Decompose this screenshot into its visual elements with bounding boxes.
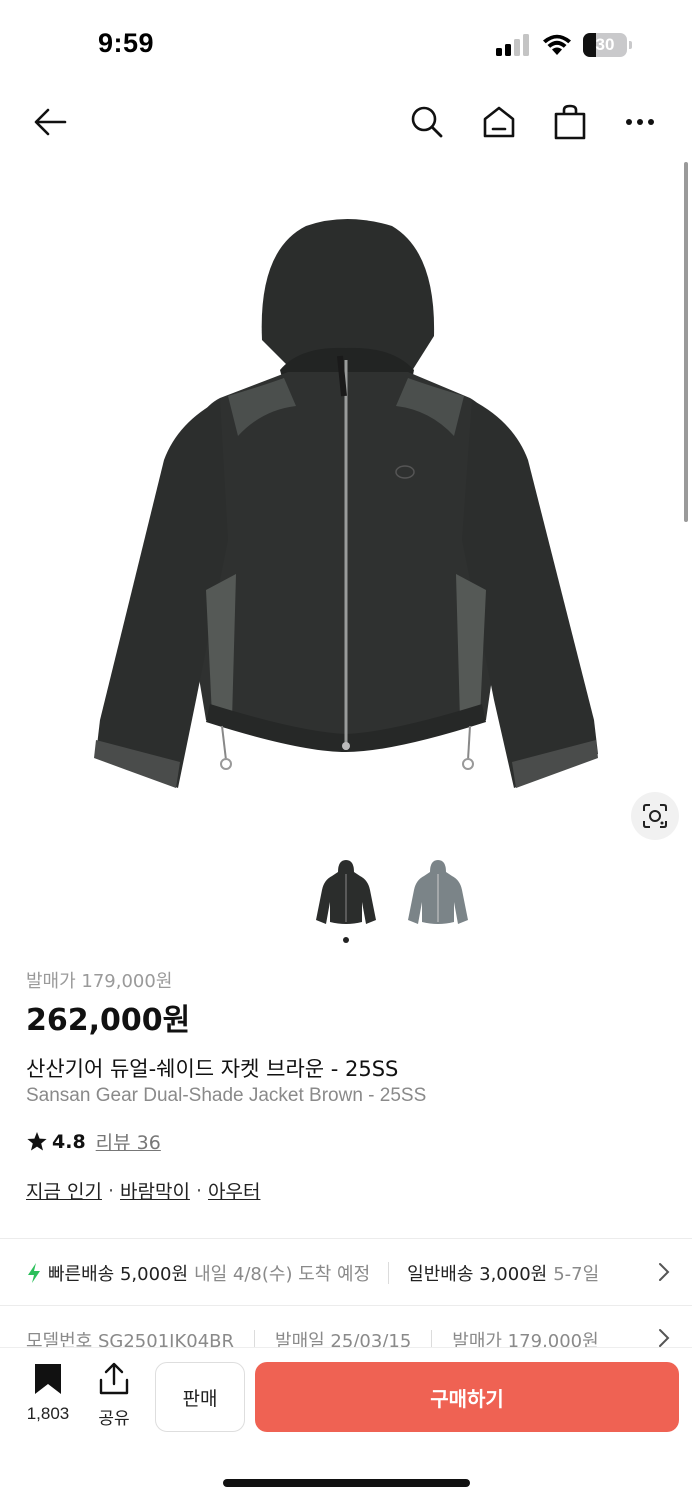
thumbnail-grey[interactable] [402,856,474,928]
home-icon[interactable] [479,102,519,142]
image-scrollbar[interactable] [684,162,688,522]
battery-icon: 30 [583,33,627,57]
bookmark-icon [35,1364,61,1394]
tag-list: 지금 인기 · 바람막이 · 아우터 [26,1177,260,1204]
signal-icon [496,34,529,56]
status-bar: 9:59 30 [0,0,692,90]
product-image[interactable] [0,160,692,850]
fast-shipping-label: 빠른배송 5,000원 [48,1264,189,1285]
divider [0,1305,692,1306]
details-separator [254,1330,256,1350]
thumbnail-strip [310,856,474,928]
share-label: 공유 [98,1409,130,1429]
tag-separator: · [107,1179,115,1202]
back-arrow-icon[interactable] [30,102,70,142]
wifi-icon [543,34,571,55]
release-price: 발매가 179,000원 [26,971,173,992]
bottom-action-bar: 1,803 공유 판매 구매하기 [0,1348,692,1500]
search-icon[interactable] [407,102,447,142]
details-separator [431,1330,433,1350]
thumbnail-black[interactable] [310,856,382,928]
normal-shipping-label: 일반배송 3,000원 [407,1264,548,1285]
normal-shipping-eta: 5-7일 [553,1264,600,1285]
share-icon [99,1362,129,1395]
fast-shipping-eta: 내일 4/8(수) 도착 예정 [194,1264,371,1285]
lens-icon [643,804,667,828]
thumbnail-indicator-dot [343,937,349,943]
sell-button[interactable]: 판매 [155,1362,245,1432]
status-time: 9:59 [98,28,155,58]
home-indicator [223,1479,470,1487]
shipping-separator [388,1262,390,1284]
review-link[interactable]: 리뷰 36 [96,1128,161,1155]
battery-level: 30 [595,35,615,54]
more-icon[interactable] [620,102,660,142]
bookmark-count: 1,803 [26,1404,70,1423]
tag-separator: · [195,1179,202,1202]
tag-windbreaker[interactable]: 바람막이 [120,1177,190,1204]
lightning-icon [28,1263,40,1283]
bookmark-button[interactable]: 1,803 [20,1362,76,1424]
shopping-bag-icon[interactable] [550,102,590,142]
chevron-right-icon[interactable] [658,1262,670,1286]
rating-row: 4.8 리뷰 36 [26,1128,161,1155]
current-price: 262,000원 [26,1003,191,1038]
image-search-button[interactable] [631,792,679,840]
divider [0,1238,692,1239]
tag-popular[interactable]: 지금 인기 [26,1177,102,1204]
tag-outer[interactable]: 아우터 [208,1177,260,1204]
battery-indicator: 30 [583,33,632,57]
product-title-en: Sansan Gear Dual-Shade Jacket Brown - 25… [26,1085,427,1106]
jacket-illustration [94,219,598,788]
share-button[interactable]: 공유 [92,1362,136,1429]
buy-button[interactable]: 구매하기 [255,1362,679,1432]
rating-score: 4.8 [52,1130,86,1153]
shipping-row[interactable]: 빠른배송 5,000원 내일 4/8(수) 도착 예정 일반배송 3,000원 … [26,1260,674,1286]
top-nav [0,90,692,154]
star-icon [27,1132,47,1151]
product-title-ko: 산산기어 듀얼-쉐이드 자켓 브라운 - 25SS [26,1057,399,1081]
status-icons: 30 [495,33,632,57]
